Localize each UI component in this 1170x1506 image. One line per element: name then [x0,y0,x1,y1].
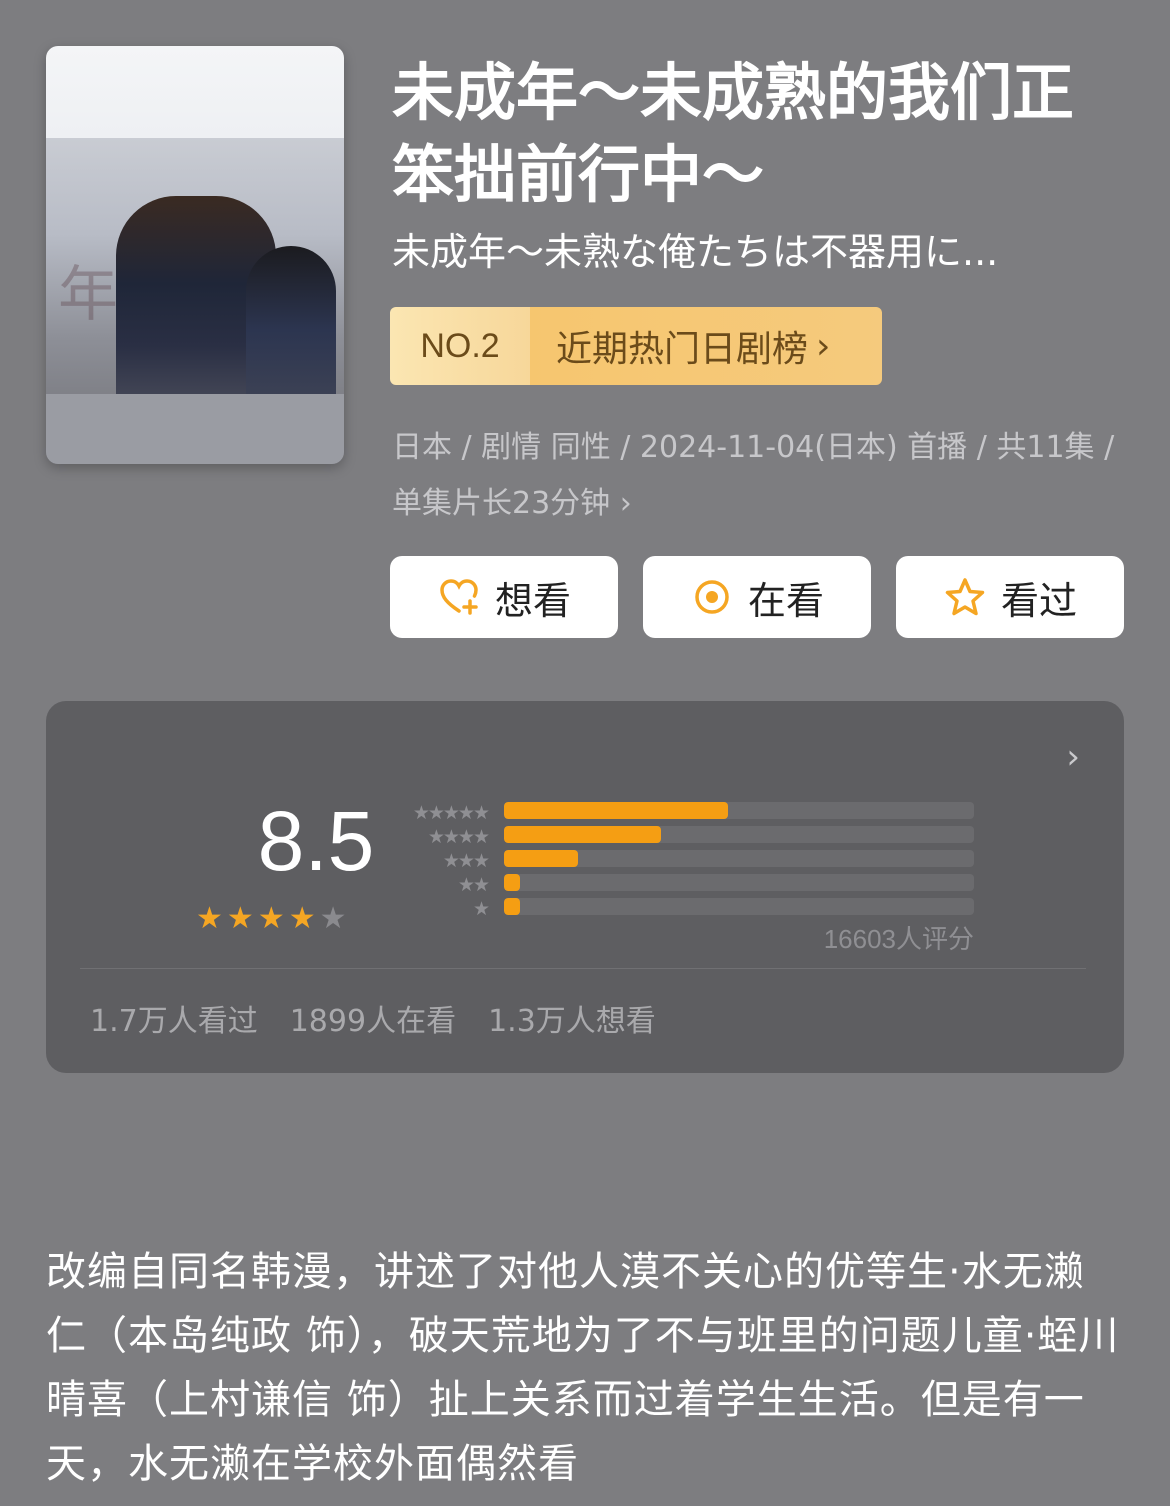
watching-button[interactable]: 在看 [643,556,871,638]
watching-label: 在看 [747,578,824,623]
star-filled-icon: ★ [288,901,316,936]
chevron-right-icon[interactable]: › [1066,737,1080,777]
show-meta[interactable]: 日本 / 剧情 同性 / 2024-11-04(日本) 首播 / 共11集 / … [392,420,1122,532]
distribution-bar-3-star [504,850,974,867]
distribution-bar-4-star [504,826,974,843]
action-buttons: 想看 在看 看过 [390,556,1124,638]
distribution-bar-fill [504,802,728,819]
star-empty-icon: ★ [319,901,347,936]
five-stars-icon: ★★★★★ [412,802,490,824]
watched-count: 1.7万人看过 [90,1004,258,1039]
watched-button[interactable]: 看过 [896,556,1124,638]
divider [80,968,1086,969]
distribution-bar-2-star [504,874,974,891]
four-stars-icon: ★★★★ [427,826,490,848]
star-filled-icon: ★ [257,901,285,936]
show-title: 未成年～未成熟的我们正笨拙前行中～ [392,56,1075,211]
poster-image[interactable]: 年 [46,46,344,464]
rating-card[interactable]: › 8.5 ★ ★ ★ ★ ★ ★★★★★ ★★★★ ★★★ ★★ ★ 16603人评分… [46,701,1124,1073]
want-label: 想看 [494,578,571,623]
want-to-watch-button[interactable]: 想看 [390,556,618,638]
rank-badge[interactable]: NO.2 近期热门日剧榜 › [390,307,882,385]
distribution-bar-1-star [504,898,974,915]
watch-stats: 1.7万人看过 1899人在看 1.3万人想看 [90,996,656,1040]
distribution-bar-fill [504,850,579,867]
watching-count: 1899人在看 [289,1004,457,1039]
rating-count: 16603人评分 [823,924,974,954]
distribution-bar-fill [504,898,521,915]
target-icon [695,580,729,614]
one-star-icon: ★ [472,898,490,920]
rating-stars: ★ ★ ★ ★ ★ [196,904,347,934]
distribution-star-labels: ★★★★★ ★★★★ ★★★ ★★ ★ [368,801,490,921]
rank-list-link[interactable]: 近期热门日剧榜 › [530,307,882,385]
poster-background-kanji: 年 [58,260,118,330]
heart-plus-icon [440,579,478,615]
description: 改编自同名韩漫，讲述了对他人漠不关心的优等生·水无濑仁（本岛纯政 饰），破天荒地… [46,1249,1120,1487]
two-stars-icon: ★★ [457,874,490,896]
star-filled-icon: ★ [226,901,254,936]
chevron-right-icon: › [816,325,831,367]
want-count: 1.3万人想看 [488,1004,656,1039]
rank-list-name: 近期热门日剧榜 [556,329,809,370]
original-title: 未成年～未熟な俺たちは不器用に... [392,230,999,274]
chevron-right-icon: › [619,486,632,521]
meta-text: 日本 / 剧情 同性 / 2024-11-04(日本) 首播 / 共11集 / … [392,430,1115,521]
star-outline-icon [945,578,985,616]
distribution-bar-5-star [504,802,974,819]
watched-label: 看过 [1000,578,1077,623]
poster-ledge [46,394,344,464]
distribution-bar-fill [504,874,521,891]
rank-number: NO.2 [390,307,530,385]
three-stars-icon: ★★★ [442,850,490,872]
distribution-bar-fill [504,826,661,843]
star-filled-icon: ★ [196,901,223,936]
rating-distribution [504,802,974,922]
